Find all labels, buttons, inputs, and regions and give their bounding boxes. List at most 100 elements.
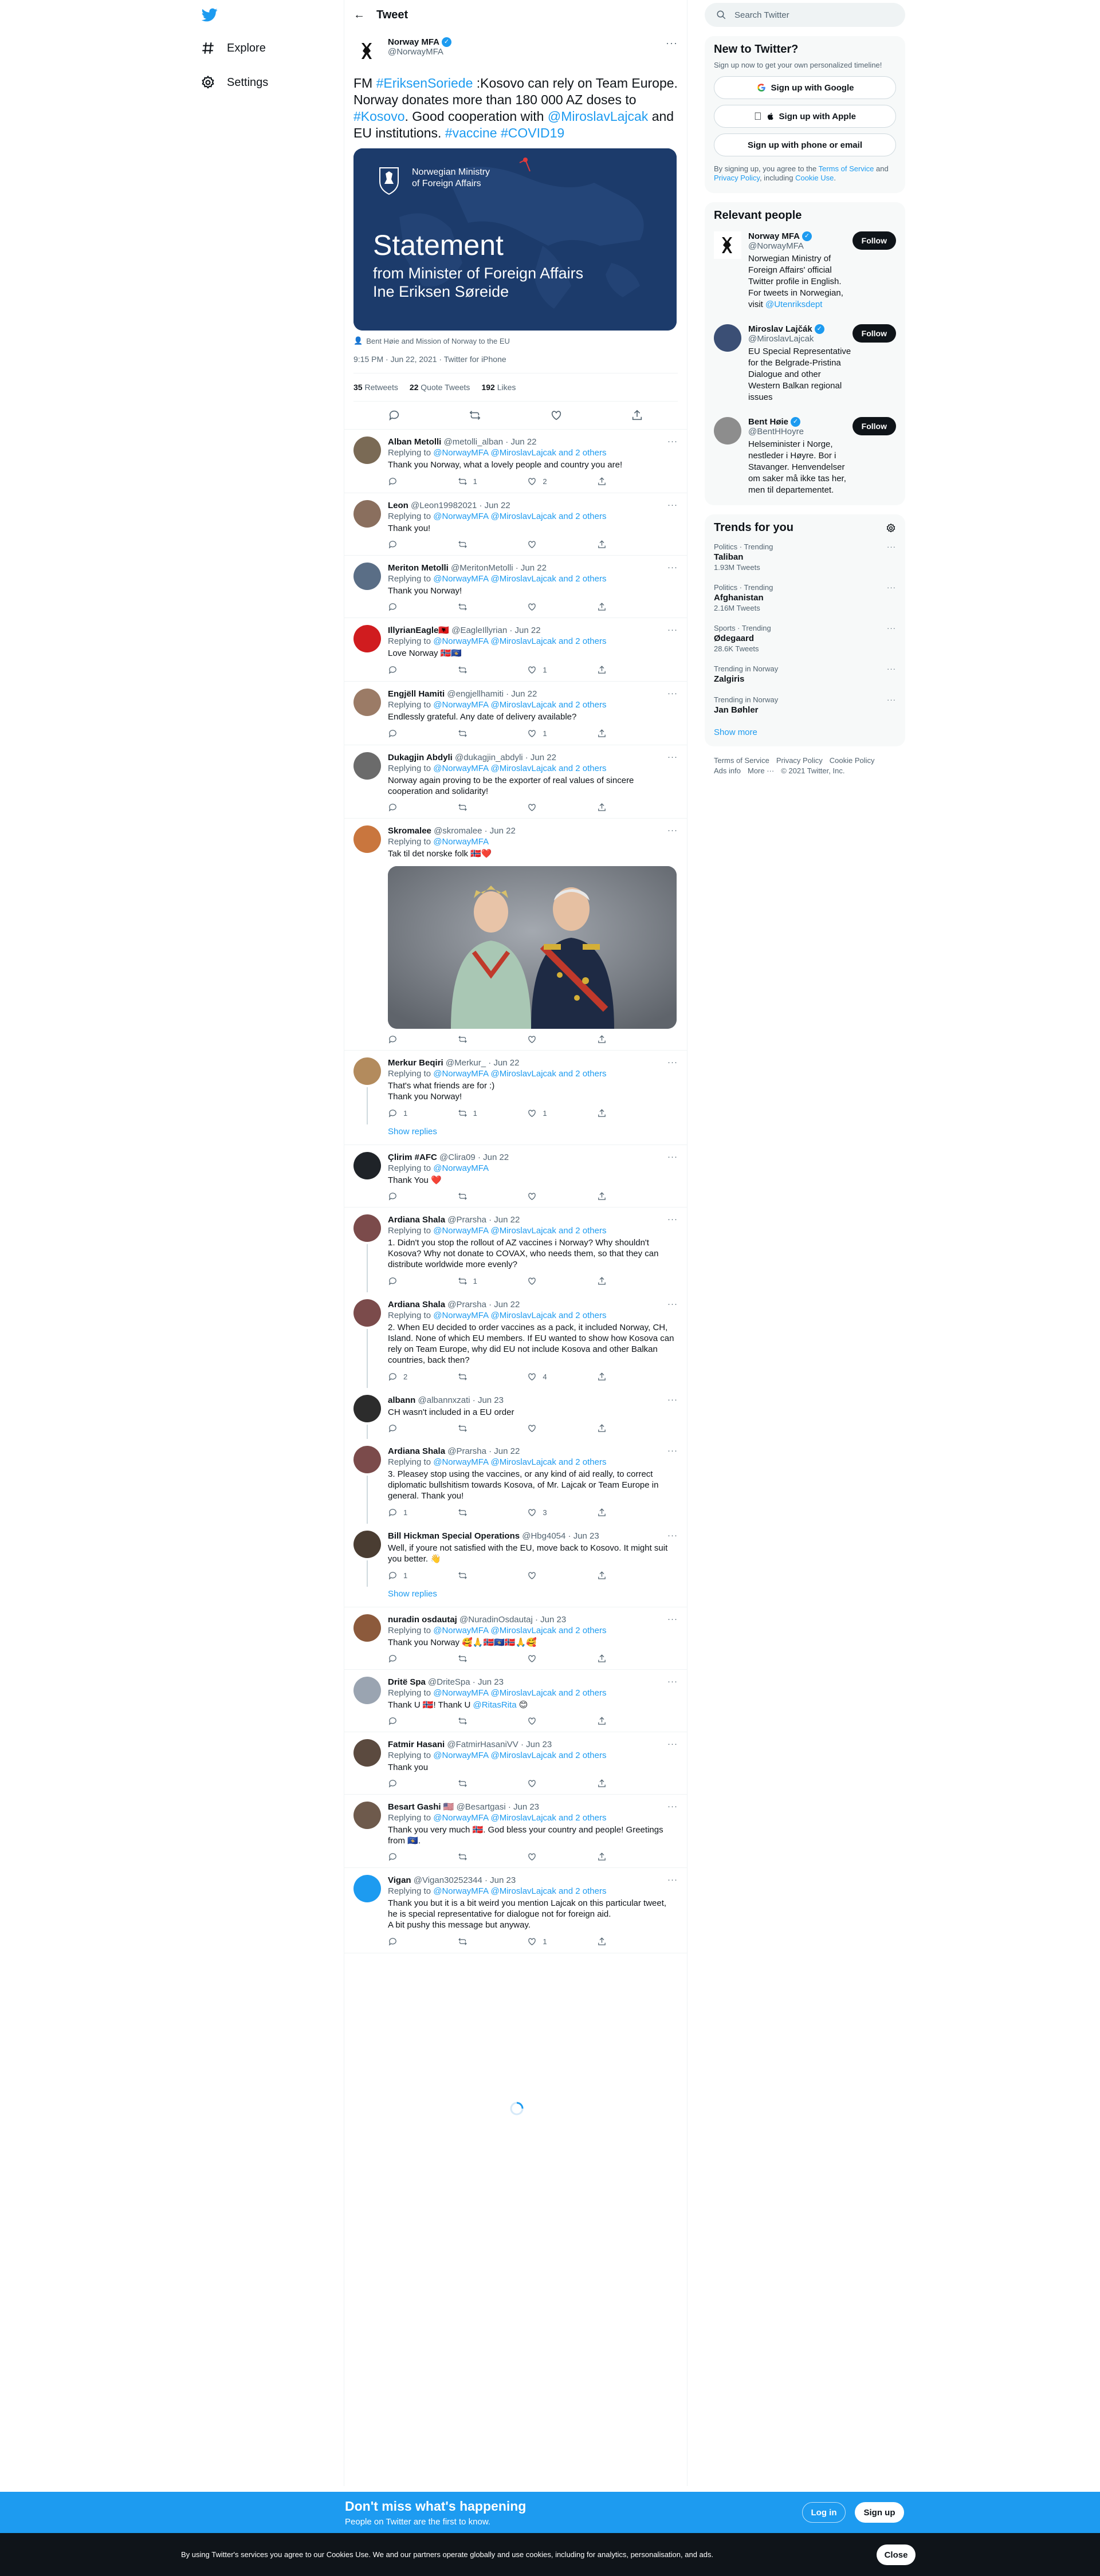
like-action[interactable] bbox=[527, 602, 561, 612]
retweet-action[interactable] bbox=[458, 1936, 492, 1947]
replying-to-users[interactable]: @NorwayMFA @MiroslavLajcak and 2 others bbox=[433, 1751, 606, 1760]
tweet-text-link[interactable]: @MiroslavLajcak bbox=[548, 109, 648, 124]
retweet-action[interactable]: 1 bbox=[458, 1276, 492, 1287]
reply-action[interactable] bbox=[388, 1276, 422, 1287]
avatar[interactable] bbox=[353, 1446, 381, 1473]
signup-button[interactable]: Sign up bbox=[855, 2502, 904, 2523]
like-action[interactable]: 1 bbox=[527, 1108, 561, 1119]
replying-to-users[interactable]: @NorwayMFA @MiroslavLajcak and 2 others bbox=[433, 1069, 606, 1079]
share-action[interactable] bbox=[597, 1276, 631, 1287]
like-action[interactable] bbox=[527, 1570, 561, 1581]
tweet-text-link[interactable]: #Kosovo bbox=[353, 109, 405, 124]
show-replies-link[interactable]: Show replies bbox=[344, 1124, 687, 1145]
reply-handle-date[interactable]: @NuradinOsdautaj · Jun 23 bbox=[459, 1615, 566, 1625]
retweet-action[interactable] bbox=[458, 1035, 492, 1044]
more-options-icon[interactable]: ··· bbox=[667, 1875, 678, 1885]
login-button[interactable]: Log in bbox=[802, 2502, 846, 2523]
share-action[interactable] bbox=[597, 664, 631, 675]
reply-author-name[interactable]: Skromalee bbox=[388, 826, 431, 836]
quotes-stat[interactable]: 22 Quote Tweets bbox=[410, 383, 470, 392]
more-options-icon[interactable]: ··· bbox=[667, 1395, 678, 1405]
like-action[interactable] bbox=[527, 1779, 561, 1788]
signup-google-button[interactable]: Sign up with Google bbox=[714, 76, 896, 99]
more-options-icon[interactable]: ··· bbox=[667, 1299, 678, 1309]
reply-author-name[interactable]: IllyrianEagle🇦🇱 bbox=[388, 626, 449, 635]
likes-stat[interactable]: 192 Likes bbox=[481, 383, 516, 392]
terms-link[interactable]: Terms of Service bbox=[819, 164, 874, 173]
like-icon[interactable] bbox=[550, 409, 563, 422]
footer-link[interactable]: Privacy Policy bbox=[776, 756, 823, 765]
avatar[interactable] bbox=[353, 1395, 381, 1422]
like-action[interactable]: 1 bbox=[527, 728, 561, 739]
reply-author-name[interactable]: Bill Hickman Special Operations bbox=[388, 1531, 520, 1541]
relevant-person[interactable]: Norway MFA ✓ @NorwayMFA Norwegian Ministry … bbox=[705, 225, 905, 317]
replying-to-users[interactable]: @NorwayMFA @MiroslavLajcak and 2 others bbox=[433, 1688, 606, 1698]
reply-author-name[interactable]: Besart Gashi 🇺🇸 bbox=[388, 1802, 454, 1812]
more-options-icon[interactable]: ··· bbox=[667, 752, 678, 762]
tweet-image-card[interactable]: Norwegian Ministry of Foreign Affairs St… bbox=[353, 148, 677, 331]
more-options-icon[interactable]: ··· bbox=[667, 1614, 678, 1624]
retweet-action[interactable] bbox=[458, 1654, 492, 1663]
replying-to-users[interactable]: @NorwayMFA @MiroslavLajcak and 2 others bbox=[433, 700, 606, 710]
reply-author-name[interactable]: Engjëll Hamiti bbox=[388, 689, 445, 699]
reply-tweet[interactable]: Dukagjin Abdyli @dukagjin_abdyli · Jun 2… bbox=[344, 745, 687, 819]
more-options-icon[interactable]: ··· bbox=[887, 664, 896, 673]
more-options-icon[interactable]: ··· bbox=[887, 695, 896, 704]
like-action[interactable] bbox=[527, 1852, 561, 1862]
retweet-action[interactable] bbox=[458, 664, 492, 675]
more-options-icon[interactable]: ··· bbox=[887, 583, 896, 592]
author-handle[interactable]: @NorwayMFA bbox=[388, 47, 451, 57]
reply-action[interactable] bbox=[388, 1716, 422, 1726]
reply-action[interactable] bbox=[388, 1936, 422, 1947]
nav-settings[interactable]: Settings bbox=[201, 71, 268, 94]
mention-link[interactable]: @RitasRita bbox=[473, 1700, 516, 1710]
replying-to-users[interactable]: @NorwayMFA @MiroslavLajcak and 2 others bbox=[433, 1457, 606, 1467]
reply-handle-date[interactable]: @dukagjin_abdyli · Jun 22 bbox=[455, 753, 556, 762]
privacy-link[interactable]: Privacy Policy bbox=[714, 174, 760, 182]
reply-handle-date[interactable]: @Prarsha · Jun 22 bbox=[447, 1446, 520, 1456]
reply-handle-date[interactable]: @metolli_alban · Jun 22 bbox=[444, 437, 537, 447]
cookie-close-button[interactable]: Close bbox=[877, 2544, 916, 2565]
footer-link[interactable]: Cookie Policy bbox=[830, 756, 875, 765]
replying-to-users[interactable]: @NorwayMFA @MiroslavLajcak and 2 others bbox=[433, 764, 606, 773]
avatar[interactable] bbox=[353, 436, 381, 464]
like-action[interactable] bbox=[527, 1423, 561, 1433]
person-name[interactable]: Norway MFA ✓ bbox=[748, 231, 851, 241]
reply-action[interactable] bbox=[388, 803, 422, 812]
trend-item[interactable]: Politics · Trending Afghanistan 2.16M Twee… bbox=[705, 577, 905, 618]
replying-to-users[interactable]: @NorwayMFA @MiroslavLajcak and 2 others bbox=[433, 512, 606, 521]
share-action[interactable] bbox=[597, 476, 631, 487]
avatar[interactable] bbox=[353, 752, 381, 780]
search-bar[interactable]: Search Twitter bbox=[705, 3, 905, 27]
more-options-icon[interactable]: ··· bbox=[667, 1214, 678, 1224]
cookie-link[interactable]: Cookie Use bbox=[795, 174, 834, 182]
share-action[interactable] bbox=[597, 1570, 631, 1581]
more-options-icon[interactable]: ··· bbox=[667, 563, 678, 572]
reply-handle-date[interactable]: @Vigan30252344 · Jun 23 bbox=[414, 1875, 516, 1885]
more-options-icon[interactable]: ··· bbox=[667, 825, 678, 835]
tweet-text-link[interactable]: #COVID19 bbox=[501, 125, 564, 140]
author-name[interactable]: Norway MFA bbox=[388, 37, 439, 47]
reply-tweet[interactable]: Ardiana Shala @Prarsha · Jun 22 Replying … bbox=[344, 1208, 687, 1292]
share-action[interactable] bbox=[597, 1779, 631, 1788]
reply-tweet[interactable]: Alban Metolli @metolli_alban · Jun 22 Rep… bbox=[344, 430, 687, 493]
reply-action[interactable] bbox=[388, 1654, 422, 1663]
like-action[interactable] bbox=[527, 1716, 561, 1726]
like-action[interactable] bbox=[527, 1276, 561, 1287]
trend-item[interactable]: Sports · Trending Ødegaard 28.6K Tweets ··· bbox=[705, 618, 905, 659]
share-action[interactable] bbox=[597, 602, 631, 612]
share-action[interactable] bbox=[597, 1371, 631, 1382]
person-name[interactable]: Bent Høie ✓ bbox=[748, 417, 851, 427]
replying-to-users[interactable]: @NorwayMFA @MiroslavLajcak and 2 others bbox=[433, 574, 606, 584]
reply-tweet[interactable]: Skromalee @skromalee · Jun 22 Replying to… bbox=[344, 819, 687, 1051]
like-action[interactable]: 4 bbox=[527, 1371, 561, 1382]
reply-handle-date[interactable]: @Merkur_ · Jun 22 bbox=[446, 1058, 520, 1068]
signup-phone-button[interactable]: Sign up with phone or email bbox=[714, 133, 896, 156]
share-action[interactable] bbox=[597, 1654, 631, 1663]
retweet-icon[interactable] bbox=[469, 409, 481, 422]
reply-tweet[interactable]: Merkur Beqiri @Merkur_ · Jun 22 Replying … bbox=[344, 1051, 687, 1124]
avatar[interactable] bbox=[353, 1614, 381, 1642]
share-action[interactable] bbox=[597, 803, 631, 812]
replying-to-users[interactable]: @NorwayMFA @MiroslavLajcak and 2 others bbox=[433, 1311, 606, 1320]
avatar[interactable] bbox=[353, 563, 381, 590]
